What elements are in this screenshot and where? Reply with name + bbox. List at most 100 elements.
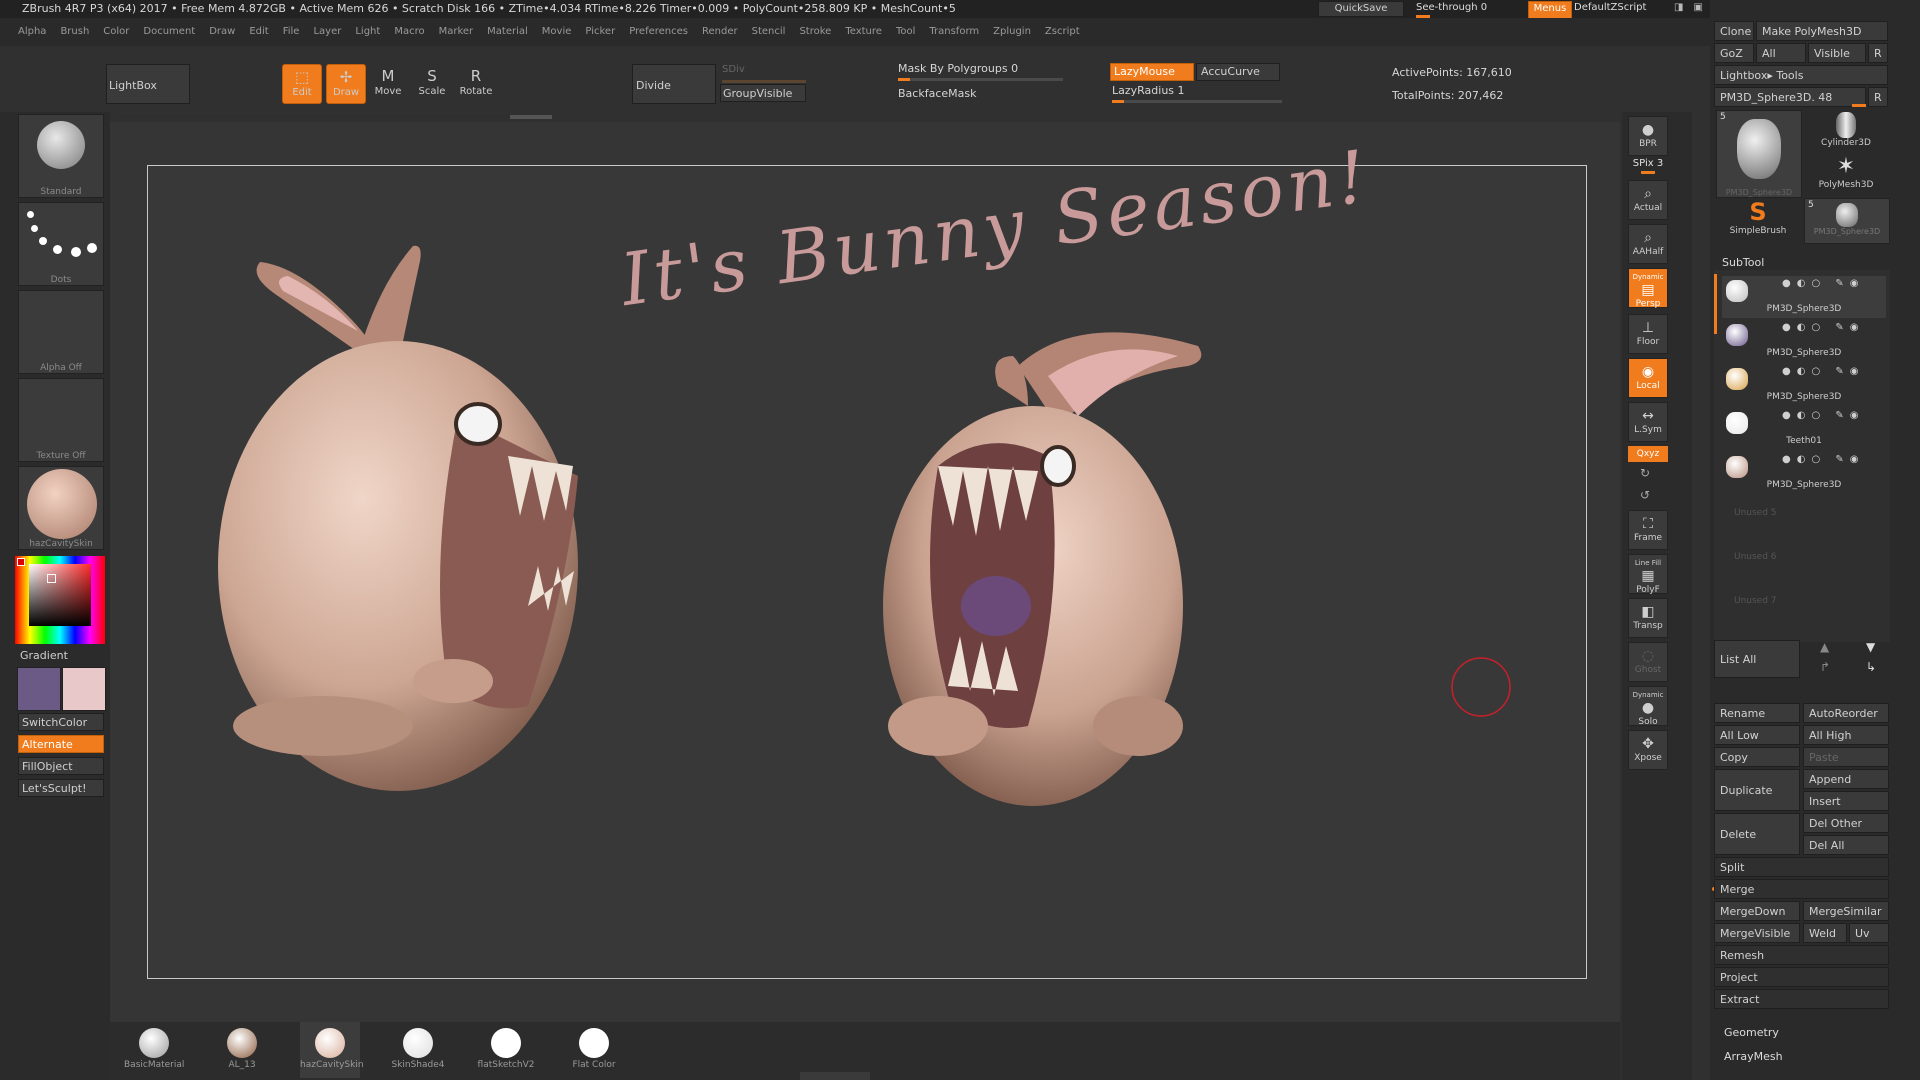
secondary-color-swatch[interactable] <box>62 667 106 711</box>
copy-button[interactable]: Copy <box>1714 747 1800 767</box>
rotate-y-icon[interactable]: ↻ <box>1640 466 1650 480</box>
subtool-controls[interactable]: ●◐○ ✎◉ <box>1782 322 1864 333</box>
color-picker-cursor[interactable] <box>47 574 56 583</box>
current-tool-r-button[interactable]: R <box>1868 87 1888 107</box>
default-zscript-button[interactable]: DefaultZScript <box>1574 2 1646 13</box>
material-swatch[interactable]: hazCavitySkin <box>300 1022 364 1078</box>
menu-item-render[interactable]: Render <box>702 26 738 37</box>
xpose-button[interactable]: ✥ Xpose <box>1628 730 1668 770</box>
all-high-button[interactable]: All High <box>1803 725 1889 745</box>
tool-thumb-polymesh[interactable]: ✶ PolyMesh3D <box>1804 154 1888 196</box>
menu-item-transform[interactable]: Transform <box>929 26 979 37</box>
mergedown-button[interactable]: MergeDown <box>1714 901 1800 921</box>
uv-button[interactable]: Uv <box>1849 923 1889 943</box>
color-square[interactable] <box>29 564 91 626</box>
all-low-button[interactable]: All Low <box>1714 725 1800 745</box>
arraymesh-section-title[interactable]: ArrayMesh <box>1724 1050 1783 1063</box>
arrow-up-icon[interactable]: ▲ <box>1820 640 1829 654</box>
lsym-button[interactable]: ↔ L.Sym <box>1628 402 1668 442</box>
spix-slider[interactable]: SPix 3 <box>1628 158 1668 174</box>
tool-thumb-pm3d[interactable]: 5 PM3D_Sphere3D <box>1716 110 1802 198</box>
menu-item-zplugin[interactable]: Zplugin <box>993 26 1031 37</box>
document-canvas[interactable]: It's Bunny Season! <box>147 134 1587 979</box>
quicksave-button[interactable]: QuickSave <box>1318 1 1404 17</box>
subtool-controls[interactable]: ●◐○ ✎◉ <box>1782 410 1864 421</box>
brush-thumbnail[interactable]: Standard <box>18 114 104 198</box>
tool-thumb-pm3d-2[interactable]: 5 PM3D_Sphere3D <box>1804 198 1890 244</box>
append-button[interactable]: Append <box>1803 769 1889 789</box>
subtool-controls[interactable]: ●◐○ ✎◉ <box>1782 366 1864 377</box>
subtool-row[interactable]: ●◐○ ✎◉ Teeth01 <box>1722 408 1886 450</box>
mergesimilar-button[interactable]: MergeSimilar <box>1803 901 1889 921</box>
goz-all-button[interactable]: All <box>1756 43 1806 63</box>
rename-button[interactable]: Rename <box>1714 703 1800 723</box>
see-through-slider[interactable]: See-through 0 <box>1416 1 1516 18</box>
menu-item-brush[interactable]: Brush <box>60 26 89 37</box>
material-thumbnail[interactable]: hazCavitySkin <box>18 466 104 550</box>
rotate-button[interactable]: R Rotate <box>456 64 496 104</box>
mask-polygroups-slider[interactable]: Mask By Polygroups 0 <box>898 62 1063 81</box>
switch-color-button[interactable]: SwitchColor <box>18 713 104 731</box>
tool-thumb-cylinder[interactable]: Cylinder3D <box>1804 110 1888 152</box>
menus-button[interactable]: Menus <box>1528 1 1572 19</box>
fill-object-button[interactable]: FillObject <box>18 757 104 775</box>
arrow-up-right-icon[interactable]: ↱ <box>1820 660 1830 674</box>
scale-button[interactable]: S Scale <box>412 64 452 104</box>
polyf-button[interactable]: Line Fill ▦ PolyF <box>1628 554 1668 595</box>
subtool-row[interactable]: ●◐○ ✎◉ PM3D_Sphere3D <box>1722 320 1886 362</box>
make-polymesh-button[interactable]: Make PolyMesh3D <box>1756 21 1888 41</box>
delete-button[interactable]: Delete <box>1714 813 1800 855</box>
weld-button[interactable]: Weld <box>1803 923 1847 943</box>
material-swatch[interactable]: SkinShade4 <box>388 1022 448 1078</box>
goz-r-button[interactable]: R <box>1868 43 1888 63</box>
subtool-controls[interactable]: ●◐○ ✎◉ <box>1782 278 1864 289</box>
current-tool-slider[interactable]: PM3D_Sphere3D. 48 <box>1714 87 1866 107</box>
subtool-row[interactable]: ●◐○ ✎◉ PM3D_Sphere3D <box>1722 452 1886 494</box>
menu-item-color[interactable]: Color <box>103 26 129 37</box>
divide-button[interactable]: Divide <box>632 64 716 104</box>
geometry-section-title[interactable]: Geometry <box>1724 1026 1779 1039</box>
bottom-collapse-handle[interactable] <box>800 1072 870 1080</box>
menu-item-draw[interactable]: Draw <box>209 26 235 37</box>
menu-item-alpha[interactable]: Alpha <box>18 26 46 37</box>
menu-item-movie[interactable]: Movie <box>542 26 572 37</box>
accucurve-button[interactable]: AccuCurve <box>1196 63 1280 81</box>
menu-item-macro[interactable]: Macro <box>394 26 424 37</box>
menu-item-material[interactable]: Material <box>487 26 528 37</box>
floor-button[interactable]: ⊥ Floor <box>1628 314 1668 354</box>
del-other-button[interactable]: Del Other <box>1803 813 1889 833</box>
bpr-button[interactable]: ● BPR <box>1628 116 1668 156</box>
material-swatch[interactable]: flatSketchV2 <box>476 1022 536 1078</box>
paste-button[interactable]: Paste <box>1803 747 1889 767</box>
ghost-button[interactable]: ◌ Ghost <box>1628 642 1668 682</box>
extract-button[interactable]: Extract <box>1714 989 1889 1009</box>
menu-item-light[interactable]: Light <box>355 26 380 37</box>
subtool-row[interactable]: ●◐○ ✎◉ PM3D_Sphere3D <box>1722 276 1886 318</box>
move-button[interactable]: M Move <box>368 64 408 104</box>
edit-button[interactable]: ⬚ Edit <box>282 64 322 104</box>
menu-item-file[interactable]: File <box>283 26 300 37</box>
menu-item-texture[interactable]: Texture <box>845 26 882 37</box>
subtool-controls[interactable]: ●◐○ ✎◉ <box>1782 454 1864 465</box>
group-visible-button[interactable]: GroupVisible <box>720 84 806 102</box>
material-swatch[interactable]: BasicMaterial <box>124 1022 184 1078</box>
material-swatch[interactable]: Flat Color <box>564 1022 624 1078</box>
lightbox-button[interactable]: LightBox <box>106 64 190 104</box>
goz-visible-button[interactable]: Visible <box>1808 43 1866 63</box>
menu-item-marker[interactable]: Marker <box>439 26 474 37</box>
alpha-thumbnail[interactable]: Alpha Off <box>18 290 104 374</box>
mergevisible-button[interactable]: MergeVisible <box>1714 923 1800 943</box>
aahalf-button[interactable]: ⌕ AAHalf <box>1628 224 1668 264</box>
arrow-down-right-icon[interactable]: ↳ <box>1866 660 1876 674</box>
transp-button[interactable]: ◧ Transp <box>1628 598 1668 638</box>
clone-button[interactable]: Clone <box>1714 21 1754 41</box>
remesh-button[interactable]: Remesh <box>1714 945 1889 965</box>
menu-item-stroke[interactable]: Stroke <box>799 26 831 37</box>
lazyradius-slider[interactable]: LazyRadius 1 <box>1112 84 1282 103</box>
subtool-row[interactable]: ●◐○ ✎◉ PM3D_Sphere3D <box>1722 364 1886 406</box>
menu-item-tool[interactable]: Tool <box>896 26 915 37</box>
color-picker[interactable] <box>15 556 105 644</box>
menu-item-zscript[interactable]: Zscript <box>1045 26 1080 37</box>
arrow-down-icon[interactable]: ▼ <box>1866 640 1875 654</box>
canvas-top-scrollbar[interactable] <box>114 115 554 119</box>
